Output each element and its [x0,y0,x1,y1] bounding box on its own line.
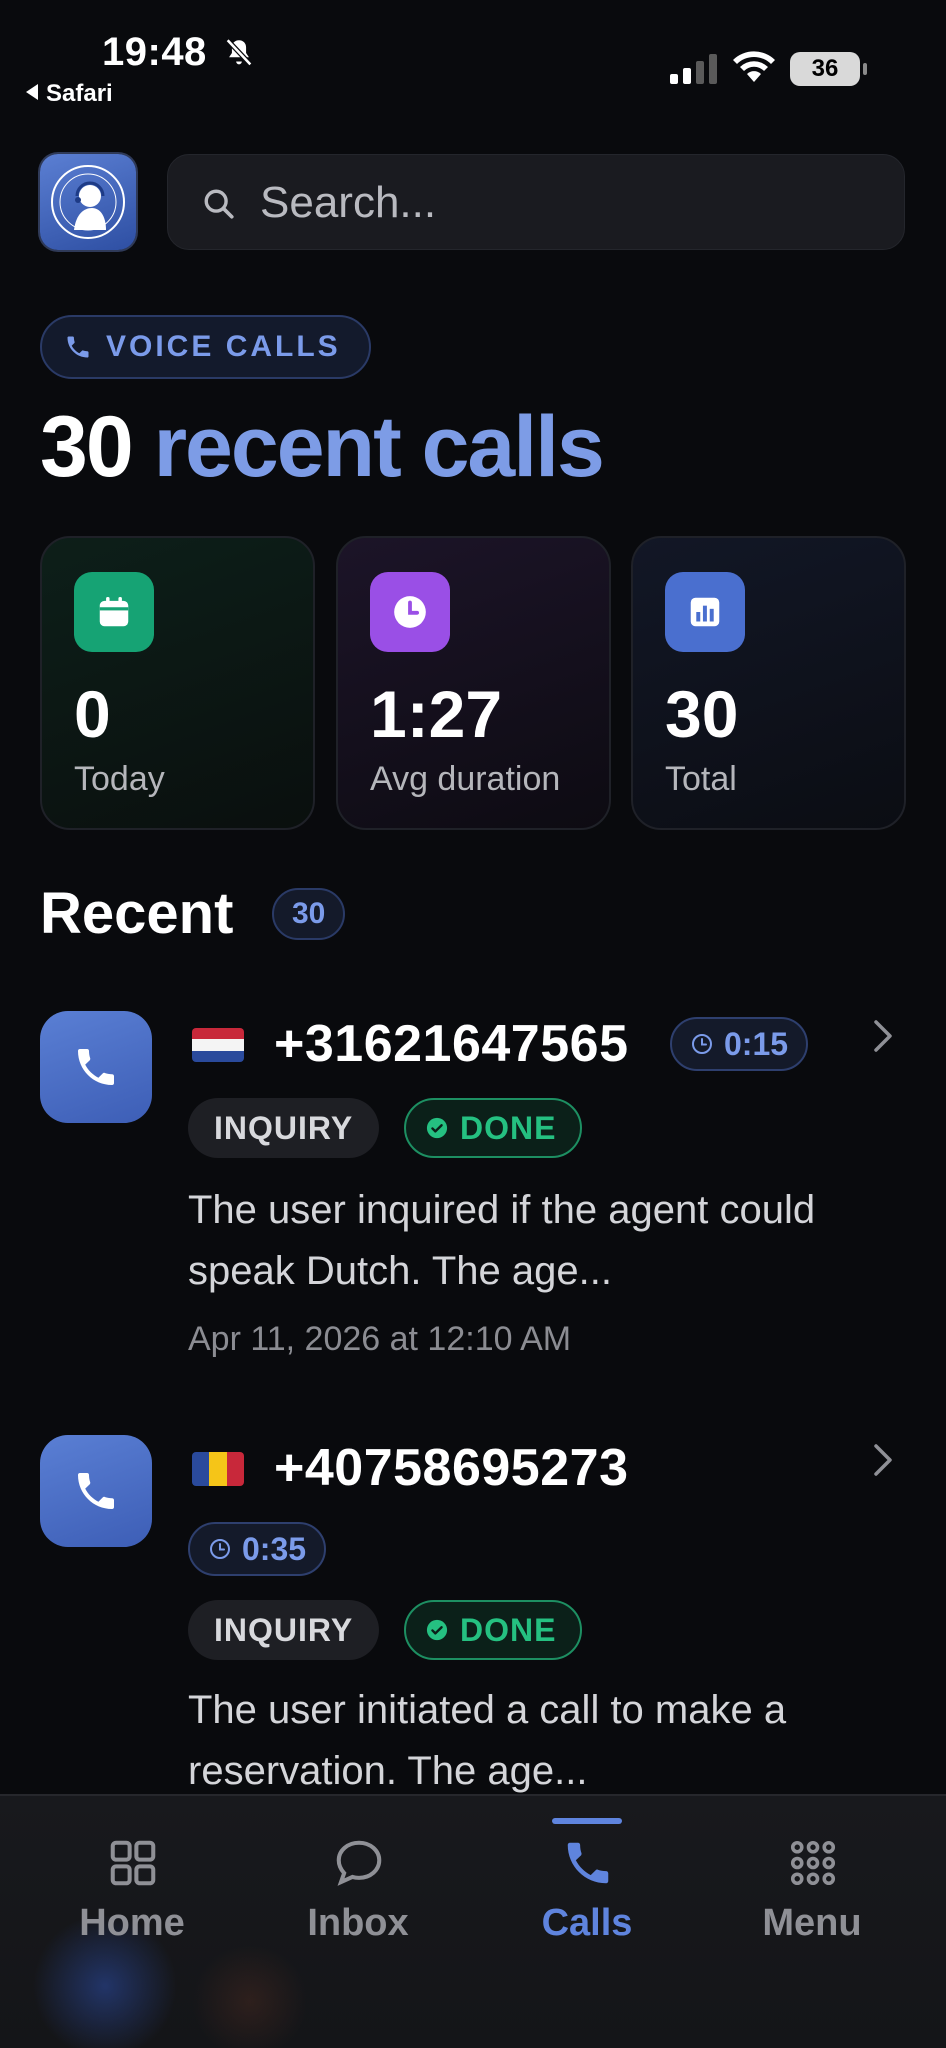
nav-item-home[interactable]: Home [32,1796,232,1996]
stat-card-avg-duration[interactable]: 1:27 Avg duration [336,536,611,830]
call-summary: The user initiated a call to make a rese… [188,1688,787,1793]
dots-grid-icon [790,1840,836,1886]
nav-item-calls[interactable]: Calls [487,1796,687,1996]
stat-card-today[interactable]: 0 Today [40,536,315,830]
status-bar: 19:48 Safari 36 [0,0,946,110]
clock-icon [370,572,450,652]
search-bar[interactable] [167,154,905,250]
grid-icon [110,1840,156,1886]
stat-value: 1:27 [370,677,503,751]
phone-icon [567,1842,609,1884]
calendar-icon [74,572,154,652]
battery-indicator: 36 [790,52,867,86]
recent-heading: Recent [40,881,234,946]
bell-muted-icon [225,38,253,67]
stat-value: 0 [74,677,111,751]
voice-calls-pill: VOICE CALLS [40,315,371,379]
search-input[interactable] [260,173,880,233]
bottom-nav: Home Inbox Calls Menu [0,1794,946,2048]
phone-icon [67,336,89,358]
chevron-right-icon[interactable] [870,1440,896,1480]
clock-icon [692,1034,712,1054]
netherlands-flag-icon [192,1028,244,1062]
call-summary: The user inquired if the agent could spe… [188,1188,816,1293]
phone-icon [78,1049,114,1085]
clock-icon [210,1539,230,1559]
phone-icon [78,1473,114,1509]
check-circle-icon [426,1117,448,1139]
caller-phone-number: +40758695273 [274,1439,629,1497]
title-text: recent calls [153,399,605,495]
title-count: 30 [40,399,134,495]
stat-label: Avg duration [370,760,561,798]
call-category-tag: INQUIRY [188,1098,380,1158]
voice-calls-label: VOICE CALLS [106,330,341,363]
romania-flag-icon [192,1452,244,1486]
stat-label: Today [74,760,165,798]
nav-label: Calls [541,1902,633,1944]
cellular-signal-icon [670,54,717,84]
call-date: Apr 11, 2026 at 12:10 AM [188,1320,572,1358]
call-avatar [40,1435,152,1547]
stat-label: Total [665,760,737,798]
nav-item-inbox[interactable]: Inbox [258,1796,458,1996]
back-arrow-icon [26,84,38,100]
receptionist-logo-icon [51,165,125,239]
call-category-tag: INQUIRY [188,1600,380,1660]
status-time: 19:48 [102,30,207,74]
call-avatar [40,1011,152,1123]
nav-label: Menu [762,1902,862,1944]
back-to-safari[interactable]: Safari [26,80,113,108]
page-title: 30 recent calls [40,398,605,497]
stat-card-total[interactable]: 30 Total [631,536,906,830]
chat-bubble-icon [336,1840,382,1886]
call-status-badge: DONE [404,1098,583,1158]
chevron-right-icon[interactable] [870,1016,896,1056]
nav-item-menu[interactable]: Menu [712,1796,912,1996]
caller-phone-number: +31621647565 [274,1015,629,1073]
call-duration-badge: 0:15 [670,1017,809,1071]
recent-count-badge: 30 [272,888,346,940]
wifi-icon [733,51,775,82]
stat-value: 30 [665,677,739,751]
search-icon [204,189,234,219]
bar-chart-icon [665,572,745,652]
nav-label: Home [79,1902,185,1944]
call-duration-badge: 0:35 [188,1522,327,1576]
nav-label: Inbox [307,1902,409,1944]
app-logo[interactable] [40,154,136,250]
call-status-badge: DONE [404,1600,583,1660]
check-circle-icon [426,1619,448,1641]
